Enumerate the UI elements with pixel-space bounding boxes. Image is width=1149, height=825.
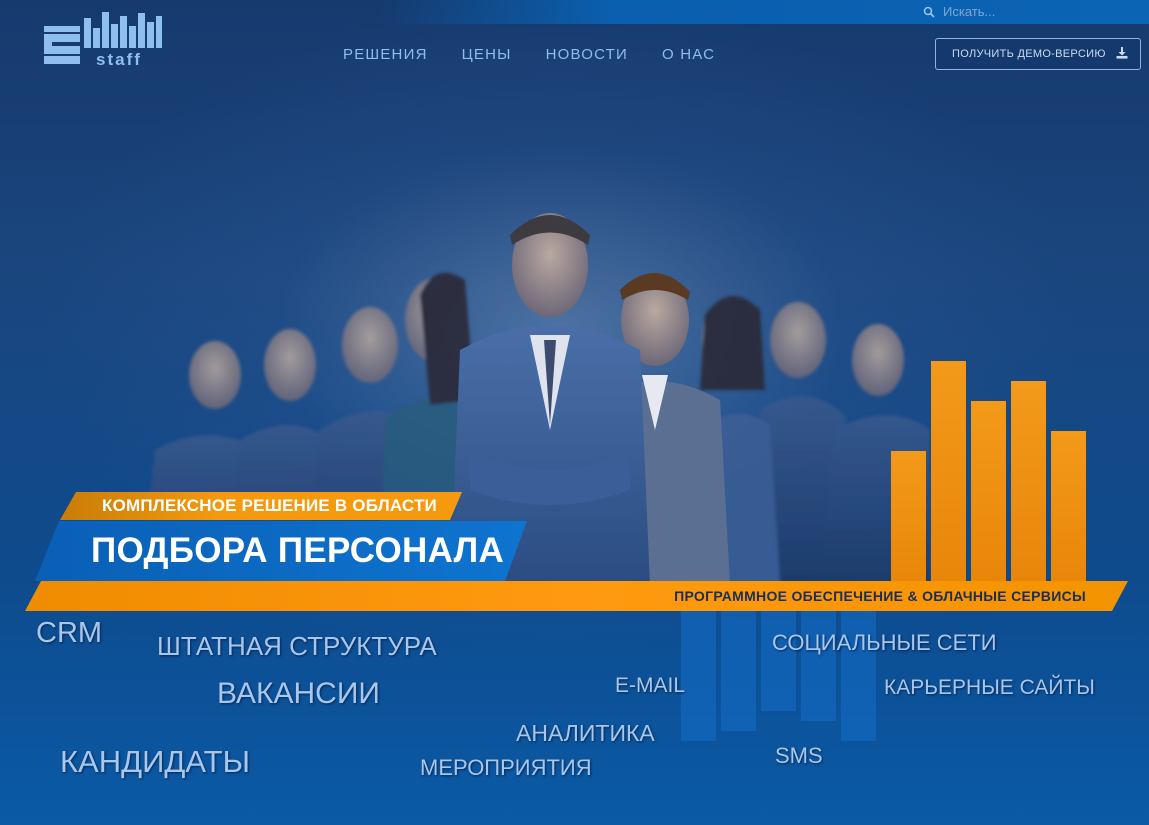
deco-bar-orange xyxy=(931,361,966,582)
hero-tagline-banner: ПРОГРАММНОЕ ОБЕСПЕЧЕНИЕ & ОБЛАЧНЫЕ СЕРВИ… xyxy=(25,581,1128,611)
keyword-social: СОЦИАЛЬНЫЕ СЕТИ xyxy=(772,630,997,655)
keyword-events: МЕРОПРИЯТИЯ xyxy=(420,755,592,780)
hero-subtitle: КОМПЛЕКСНОЕ РЕШЕНИЕ В ОБЛАСТИ xyxy=(102,496,437,515)
search-box[interactable] xyxy=(917,0,1149,22)
hero-title: ПОДБОРА ПЕРСОНАЛА xyxy=(91,531,505,570)
estaff-logo[interactable]: staff xyxy=(42,12,162,70)
nav-item-news[interactable]: НОВОСТИ xyxy=(546,46,628,63)
deco-bar-blue xyxy=(721,611,756,731)
deco-bar-orange xyxy=(971,401,1006,582)
main-nav: РЕШЕНИЯ ЦЕНЫ НОВОСТИ О НАС xyxy=(343,46,715,63)
get-demo-label: ПОЛУЧИТЬ ДЕМО-ВЕРСИЮ xyxy=(952,48,1106,60)
deco-bar-orange xyxy=(1011,381,1046,582)
keyword-email: E-MAIL xyxy=(615,674,686,697)
keyword-crm: CRM xyxy=(36,617,103,649)
deco-bar-blue xyxy=(801,611,836,721)
top-search-strip xyxy=(380,0,1149,24)
get-demo-button[interactable]: ПОЛУЧИТЬ ДЕМО-ВЕРСИЮ xyxy=(935,38,1141,70)
keyword-vacancies: ВАКАНСИИ xyxy=(217,677,380,710)
logo-text: staff xyxy=(96,50,142,69)
deco-bar-blue xyxy=(681,611,716,741)
hero-subtitle-banner: КОМПЛЕКСНОЕ РЕШЕНИЕ В ОБЛАСТИ xyxy=(60,492,462,520)
hero-title-banner: ПОДБОРА ПЕРСОНАЛА xyxy=(35,521,527,581)
nav-item-about[interactable]: О НАС xyxy=(662,46,715,63)
keyword-sms: SMS xyxy=(775,743,823,768)
deco-bar-orange xyxy=(1051,431,1086,582)
nav-item-prices[interactable]: ЦЕНЫ xyxy=(462,46,512,63)
nav-item-solutions[interactable]: РЕШЕНИЯ xyxy=(343,46,428,63)
hero-tagline: ПРОГРАММНОЕ ОБЕСПЕЧЕНИЕ & ОБЛАЧНЫЕ СЕРВИ… xyxy=(674,588,1086,604)
hero-page: staff РЕШЕНИЯ ЦЕНЫ НОВОСТИ О НАС ПОЛУЧИТ… xyxy=(0,0,1149,825)
download-icon xyxy=(1116,46,1128,62)
deco-bar-orange xyxy=(891,451,926,582)
keyword-staff-structure: ШТАТНАЯ СТРУКТУРА xyxy=(157,631,437,661)
search-input[interactable] xyxy=(943,3,1133,19)
search-icon[interactable] xyxy=(923,5,935,18)
keyword-analytics: АНАЛИТИКА xyxy=(516,720,655,746)
keyword-candidates: КАНДИДАТЫ xyxy=(60,744,251,779)
deco-bar-blue xyxy=(761,611,796,711)
keyword-career-sites: КАРЬЕРНЫЕ САЙТЫ xyxy=(884,676,1095,699)
